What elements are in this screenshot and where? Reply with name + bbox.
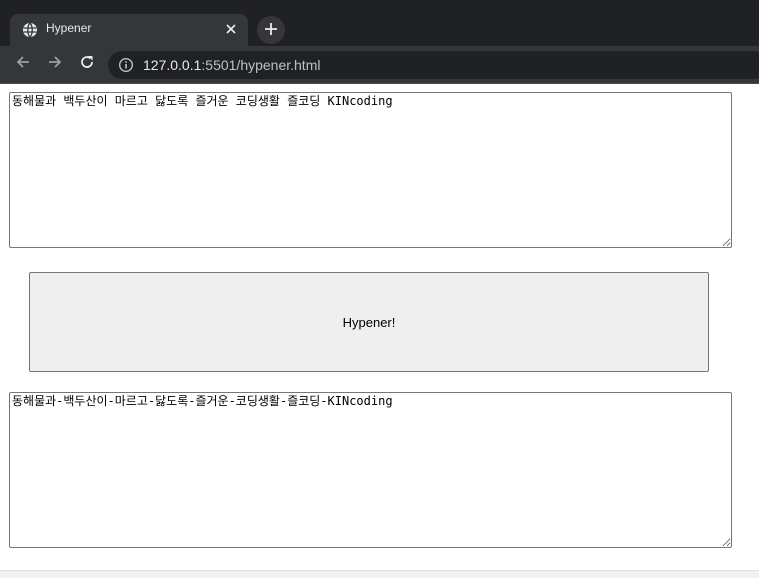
tab-title: Hypener [46, 21, 92, 35]
horizontal-scrollbar[interactable] [0, 570, 759, 578]
new-tab-button[interactable] [257, 16, 285, 44]
forward-button[interactable] [44, 53, 66, 75]
close-icon[interactable] [222, 20, 240, 38]
arrow-left-icon [15, 54, 31, 74]
reload-button[interactable] [76, 53, 98, 75]
input-textarea[interactable]: 동해물과 백두산이 마르고 닳도록 즐거운 코딩생활 즐코딩 KINcoding [9, 92, 732, 248]
tab-hypener[interactable]: Hypener [10, 14, 248, 46]
url-path: :5501/hypener.html [201, 57, 321, 73]
output-textarea[interactable]: 동해물과-백두산이-마르고-닳도록-즐거운-코딩생활-즐코딩-KINcoding [9, 392, 732, 548]
hypener-button[interactable]: Hypener! [29, 272, 709, 372]
tab-strip: Hypener [0, 0, 759, 46]
globe-icon [22, 22, 38, 38]
info-icon[interactable] [118, 57, 134, 73]
arrow-right-icon [47, 54, 63, 74]
back-button[interactable] [12, 53, 34, 75]
url-host: 127.0.0.1 [143, 57, 202, 73]
browser-toolbar: 127.0.0.1:5501/hypener.html [0, 46, 759, 84]
page-content: 동해물과 백두산이 마르고 닳도록 즐거운 코딩생활 즐코딩 KINcoding… [0, 84, 759, 578]
reload-icon [79, 54, 95, 74]
url-text: 127.0.0.1:5501/hypener.html [143, 57, 320, 73]
address-bar[interactable]: 127.0.0.1:5501/hypener.html [108, 51, 759, 79]
plus-icon [264, 21, 278, 40]
